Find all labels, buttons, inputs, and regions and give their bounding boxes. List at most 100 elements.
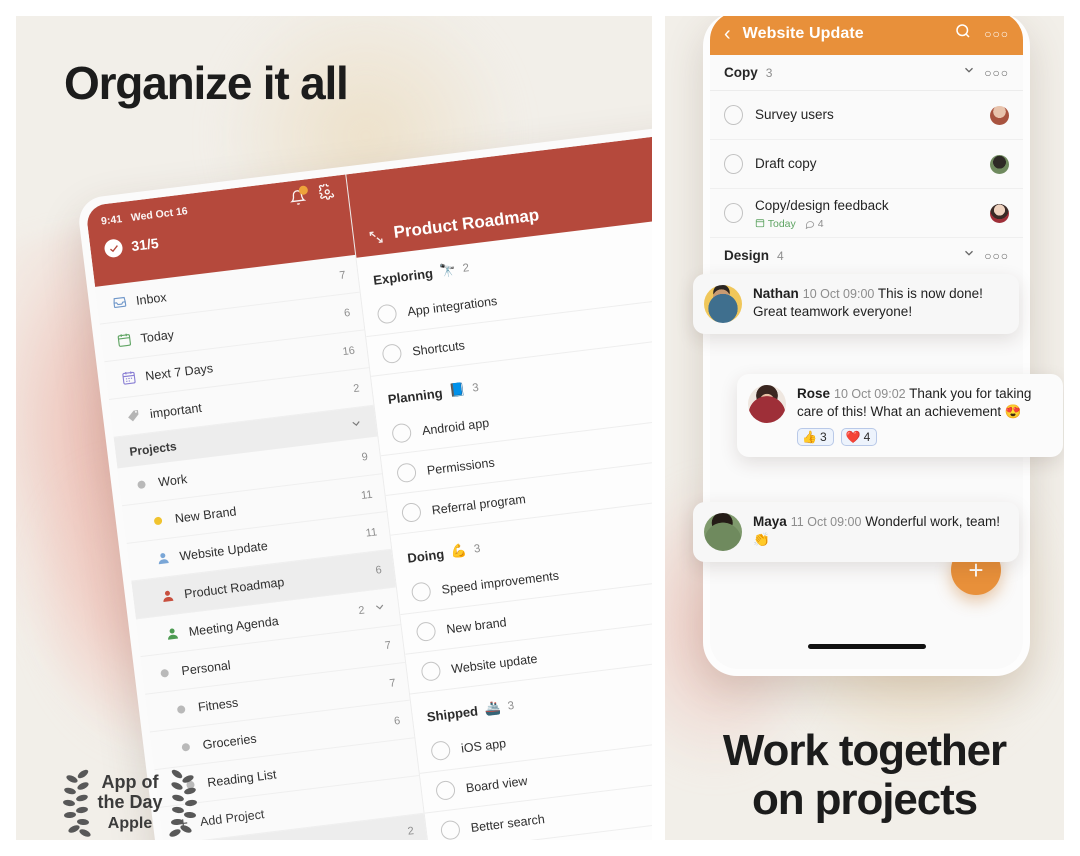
group-title: Shipped [426,702,479,725]
task-title: Referral program [430,491,527,517]
group-emoji: 🔭 [438,261,457,279]
badge-line-3: Apple [107,815,153,833]
phone-section-design[interactable]: Design 4 ○○○ [710,238,1023,273]
checkbox-circle-icon[interactable] [724,203,743,223]
status-date: Wed Oct 16 [130,204,189,224]
avatar[interactable] [990,105,1009,125]
avatar[interactable] [990,154,1009,174]
laurel-left-icon [63,769,92,837]
comment-timestamp: 10 Oct 09:02 [834,387,906,401]
comment-card-maya[interactable]: Maya 11 Oct 09:00 Wonderful work, team! 👏 [693,502,1019,562]
expand-icon[interactable] [367,228,385,246]
comment-card-nathan[interactable]: Nathan 10 Oct 09:00 This is now done! Gre… [693,274,1019,334]
task-title: App integrations [406,293,498,319]
comment-author: Maya [753,514,787,529]
section-count: 4 [777,248,784,263]
chevron-down-icon[interactable] [347,416,364,431]
task-title: Permissions [426,455,496,478]
checkbox-circle-icon[interactable] [439,819,462,840]
phone-task-draft-copy[interactable]: Draft copy [710,140,1023,189]
more-options-icon[interactable]: ○○○ [984,27,1009,41]
person-green-icon [163,625,181,643]
comment-timestamp: 10 Oct 09:00 [802,287,875,301]
avatar[interactable] [704,285,742,323]
comment-card-rose[interactable]: Rose 10 Oct 09:02 Thank you for taking ca… [737,374,1063,457]
more-options-icon[interactable]: ○○○ [984,66,1009,80]
checkbox-circle-icon[interactable] [724,154,743,174]
comment-author: Rose [797,386,831,401]
checkbox-circle-icon[interactable] [430,740,452,762]
task-title: New brand [445,614,508,637]
chevron-down-icon[interactable] [372,599,387,616]
phone-header: ‹ Website Update ○○○ [710,16,1023,55]
section-count: 2 [406,824,415,838]
checkbox-circle-icon[interactable] [434,779,457,801]
chevron-down-icon[interactable] [962,246,976,265]
calendar-today-icon [115,331,133,349]
section-count: 3 [765,65,773,80]
comment-header: Maya 11 Oct 09:00 [753,514,865,529]
sidebar-count: 11 [364,525,378,540]
right-headline-line-2: on projects [751,775,978,825]
sidebar-count: 16 [341,344,356,358]
comment-count: 4 [817,217,824,230]
more-options-icon[interactable]: ○○○ [984,249,1009,263]
group-emoji: 🚢 [483,699,502,717]
status-time: 9:41 [100,212,123,228]
right-headline-line-1: Work together [722,726,1007,775]
phone-task-copy-design-feedback[interactable]: Copy/design feedback Today 4 [710,189,1023,238]
yellow-dot-icon [149,512,167,530]
phone-section-copy[interactable]: Copy 3 ○○○ [710,55,1023,91]
checkbox-circle-icon[interactable] [420,660,442,682]
reaction-thumbsup[interactable]: 👍 3 [797,428,834,446]
checkbox-circle-icon[interactable] [415,620,437,643]
gear-icon[interactable] [317,182,336,204]
person-red-icon [158,587,176,605]
sidebar-count: 6 [393,714,401,728]
screenshot-stage: Organize it all 9:41 Wed Oct 16 31/5 Inb… [0,0,1080,856]
chevron-down-icon[interactable] [962,63,976,82]
reaction-count: 4 [863,430,871,444]
right-marketing-panel: ‹ Website Update ○○○ Copy 3 ○○○ Survey u… [665,16,1064,840]
left-marketing-panel: Organize it all 9:41 Wed Oct 16 31/5 Inb… [16,16,652,840]
group-count: 3 [507,699,515,713]
avatar[interactable] [748,385,786,423]
label-tag-icon [124,407,142,425]
group-title: Doing [406,545,445,566]
task-title: Board view [465,773,529,795]
comment-header: Rose 10 Oct 09:02 [797,386,909,401]
phone-device-mockup: ‹ Website Update ○○○ Copy 3 ○○○ Survey u… [703,16,1030,676]
home-indicator [807,644,926,649]
search-icon[interactable] [954,22,972,45]
phone-task-survey-users[interactable]: Survey users [710,91,1023,140]
sidebar-count: 6 [343,306,351,320]
left-headline: Organize it all [64,57,349,109]
group-count: 2 [462,262,470,275]
person-blue-icon [154,549,172,567]
back-chevron-icon[interactable]: ‹ [724,24,731,44]
avatar[interactable] [990,203,1009,223]
laurel-right-icon [168,769,197,837]
checkbox-circle-icon[interactable] [395,462,418,484]
checkbox-circle-icon[interactable] [376,303,398,325]
sidebar-count: 9 [360,450,369,464]
bell-icon[interactable] [289,184,309,206]
calendar-week-icon [120,369,138,387]
app-of-the-day-badge: App of the Day Apple [50,758,210,840]
section-label: Copy [724,65,758,80]
sidebar-count: 2 [352,381,361,395]
avatar[interactable] [704,513,742,551]
checkbox-circle-icon[interactable] [400,501,423,524]
task-title: Speed improvements [440,568,560,597]
gray-dot-icon [177,738,195,756]
checkbox-circle-icon[interactable] [391,422,413,444]
checkbox-circle-icon[interactable] [381,343,403,365]
sidebar-count: 2 [357,603,366,617]
checkbox-circle-icon[interactable] [410,581,432,603]
reaction-heart[interactable]: ❤️ 4 [840,428,878,446]
sidebar-count: 7 [384,639,392,652]
checkbox-circle-icon[interactable] [724,105,743,125]
gray-dot-icon [172,700,190,718]
section-label: Design [724,248,770,263]
gray-dot-icon [156,664,174,682]
